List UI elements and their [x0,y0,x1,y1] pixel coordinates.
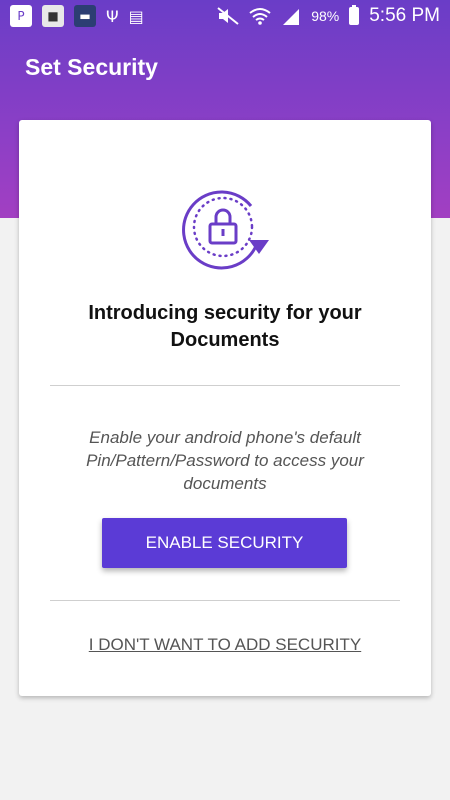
usb-icon: Ψ [106,6,119,26]
skip-security-link[interactable]: I DON'T WANT TO ADD SECURITY [19,635,431,655]
wifi-icon [249,8,271,25]
security-card: Introducing security for your Documents … [19,120,431,696]
divider [50,600,400,601]
bank-icon: ■ [42,5,64,27]
intro-title: Introducing security for your Documents [88,302,362,351]
page-title: Set Security [25,54,158,80]
mute-icon [217,7,239,25]
battery-fill [351,9,358,23]
signal-icon [283,9,300,25]
system-status: 98% 5:56 PM [217,5,440,27]
clock: 5:56 PM [369,5,440,26]
battery-percent: 98% [311,8,340,24]
divider [50,385,400,386]
security-description: Enable your android phone's default Pin/… [86,428,364,493]
card-icon: ▬ [74,5,96,27]
security-lock-icon [182,190,269,270]
sim-icon: ▤ [128,6,144,26]
enable-security-button[interactable]: ENABLE SECURITY [102,518,347,568]
status-bar: P ■ ▬ Ψ ▤ 98% 5:56 PM [0,0,450,32]
app-p-icon: P [10,5,32,27]
battery-icon [349,5,360,25]
notification-icons: P ■ ▬ Ψ ▤ [10,5,144,27]
